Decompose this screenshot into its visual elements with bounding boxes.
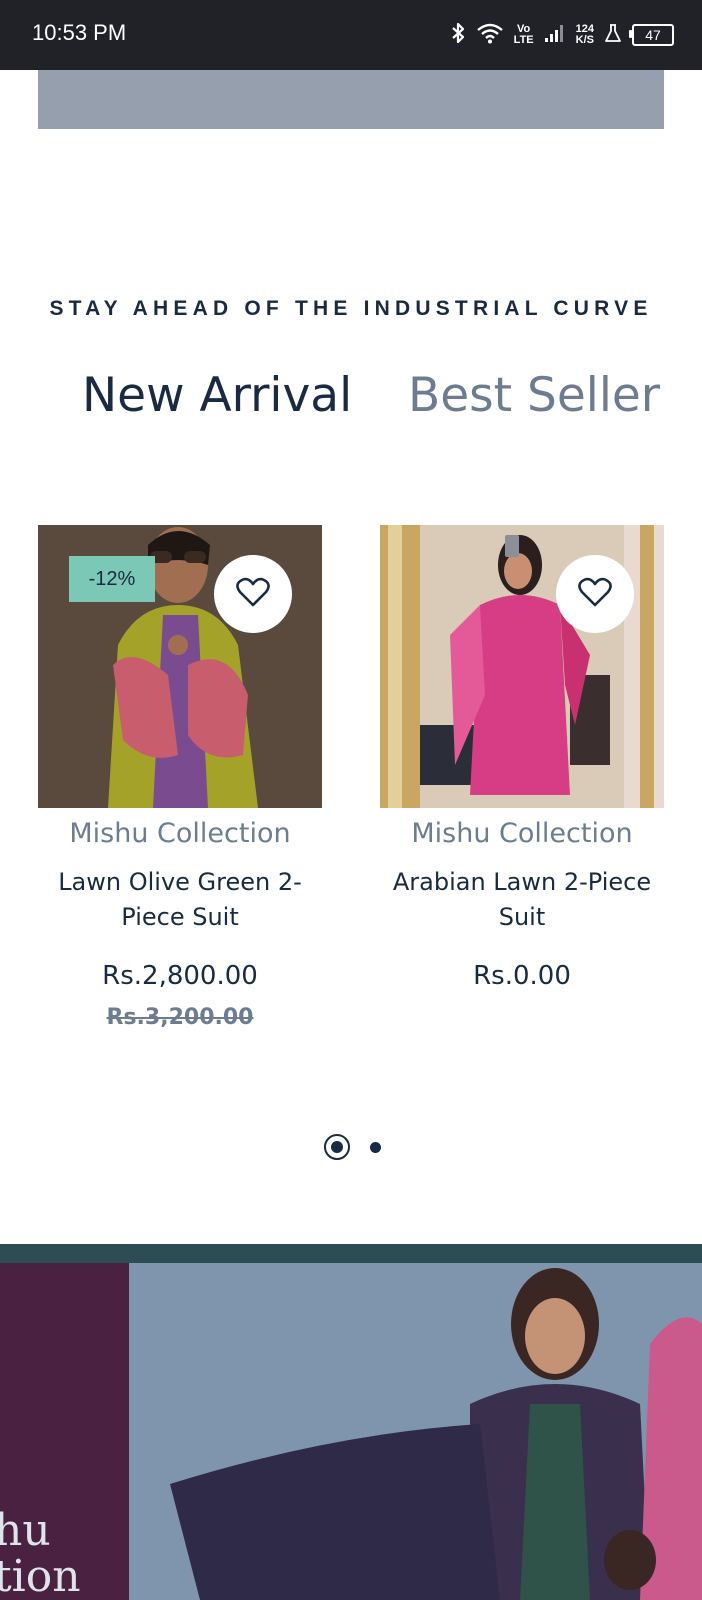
promo-brand-text: hu tion — [0, 1508, 81, 1600]
product-title[interactable]: Lawn Olive Green 2-Piece Suit — [38, 865, 322, 935]
status-time: 10:53 PM — [32, 20, 127, 45]
battery-icon: 47 — [629, 24, 674, 46]
heart-icon — [236, 577, 270, 612]
bluetooth-icon — [450, 21, 466, 50]
product-image[interactable] — [380, 525, 664, 808]
wifi-icon — [476, 22, 504, 49]
wishlist-button[interactable] — [214, 555, 292, 633]
carousel-pagination — [324, 1134, 381, 1160]
discount-badge: -12% — [69, 556, 155, 602]
pagination-dot-active[interactable] — [324, 1134, 350, 1160]
product-card[interactable]: -12% Mishu Collection Lawn Olive Green 2… — [38, 525, 322, 1030]
signal-icon — [544, 23, 566, 48]
product-price: Rs.2,800.00 — [102, 961, 258, 991]
promo-brand-line2: tion — [0, 1551, 81, 1600]
flask-icon — [604, 23, 622, 48]
volte-indicator: Vo LTE — [514, 24, 534, 46]
pagination-dot[interactable] — [370, 1141, 381, 1153]
speed-unit: K/S — [575, 34, 594, 46]
status-icons: Vo LTE 124 K/S 47 — [450, 18, 674, 52]
product-card[interactable]: Mishu Collection Arabian Lawn 2-Piece Su… — [380, 525, 664, 991]
wishlist-button[interactable] — [556, 555, 634, 633]
product-vendor[interactable]: Mishu Collection — [380, 818, 664, 849]
promo-models-image — [170, 1268, 702, 1600]
volte-bottom: LTE — [513, 34, 534, 46]
tab-best-seller[interactable]: Best Seller — [408, 368, 660, 423]
product-title[interactable]: Arabian Lawn 2-Piece Suit — [380, 865, 664, 935]
product-image[interactable]: -12% — [38, 525, 322, 808]
section-eyebrow: STAY AHEAD OF THE INDUSTRIAL CURVE — [49, 297, 653, 320]
banner-placeholder — [38, 70, 664, 129]
product-vendor[interactable]: Mishu Collection — [38, 818, 322, 849]
product-compare-price: Rs.3,200.00 — [106, 1005, 254, 1030]
tab-new-arrival[interactable]: New Arrival — [82, 368, 352, 423]
promo-banner[interactable]: hu tion — [0, 1244, 702, 1600]
product-price: Rs.0.00 — [473, 961, 571, 991]
promo-brand-line1: hu — [0, 1505, 51, 1556]
network-speed: 124 K/S — [576, 24, 594, 46]
status-bar: 10:53 PM Vo LTE 124 K/S 47 — [0, 0, 702, 70]
heart-icon — [578, 577, 612, 612]
